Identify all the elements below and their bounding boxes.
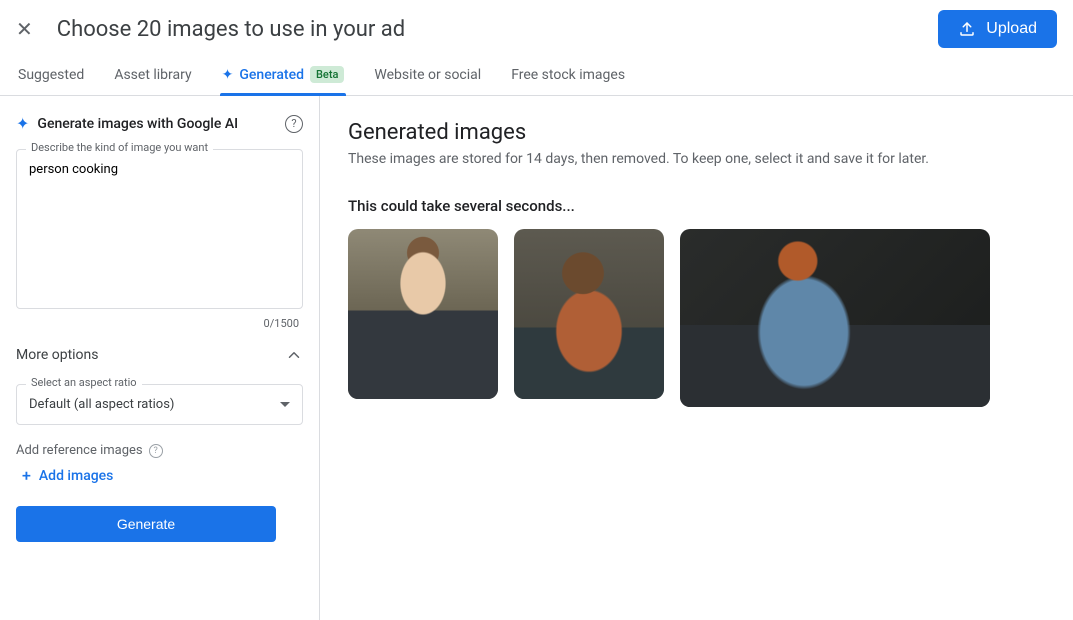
sparkle-icon: ✦ bbox=[16, 114, 29, 133]
prompt-label: Describe the kind of image you want bbox=[26, 141, 213, 154]
prompt-field: Describe the kind of image you want bbox=[16, 149, 303, 313]
tab-generated[interactable]: ✦ Generated Beta bbox=[220, 56, 347, 95]
sparkle-icon: ✦ bbox=[222, 67, 234, 83]
aspect-ratio-label: Select an aspect ratio bbox=[26, 376, 142, 389]
tab-label: Suggested bbox=[18, 67, 84, 83]
generated-image[interactable] bbox=[348, 229, 498, 399]
tab-free-stock[interactable]: Free stock images bbox=[509, 57, 627, 95]
dialog-header: ✕ Choose 20 images to use in your ad Upl… bbox=[0, 0, 1073, 56]
help-icon[interactable]: ? bbox=[149, 444, 163, 458]
add-images-button[interactable]: + Add images bbox=[16, 468, 303, 484]
results-panel: Generated images These images are stored… bbox=[320, 96, 1073, 620]
help-icon[interactable]: ? bbox=[285, 115, 303, 133]
results-subtitle: These images are stored for 14 days, the… bbox=[348, 151, 1045, 167]
results-title: Generated images bbox=[348, 120, 1045, 145]
reference-images-label: Add reference images bbox=[16, 443, 143, 458]
tab-label: Asset library bbox=[114, 67, 191, 83]
generate-button[interactable]: Generate bbox=[16, 506, 276, 542]
source-tabs: Suggested Asset library ✦ Generated Beta… bbox=[0, 56, 1073, 96]
tab-website-or-social[interactable]: Website or social bbox=[372, 57, 483, 95]
char-count: 0/1500 bbox=[16, 317, 303, 330]
upload-button-label: Upload bbox=[986, 20, 1037, 38]
loading-message: This could take several seconds... bbox=[348, 197, 1045, 215]
image-thumbnail bbox=[348, 229, 498, 399]
prompt-input[interactable] bbox=[16, 149, 303, 309]
image-thumbnail bbox=[514, 229, 664, 399]
more-options-label: More options bbox=[16, 347, 99, 363]
chevron-down-icon bbox=[280, 402, 290, 407]
generated-image[interactable] bbox=[514, 229, 664, 399]
tab-suggested[interactable]: Suggested bbox=[16, 57, 86, 95]
aspect-ratio-value: Default (all aspect ratios) bbox=[29, 397, 174, 412]
close-icon[interactable]: ✕ bbox=[16, 19, 33, 39]
plus-icon: + bbox=[22, 468, 31, 484]
add-images-label: Add images bbox=[39, 468, 114, 484]
tab-label: Free stock images bbox=[511, 67, 625, 83]
image-thumbnail bbox=[680, 229, 990, 407]
aspect-ratio-field: Select an aspect ratio Default (all aspe… bbox=[16, 384, 303, 425]
upload-button[interactable]: Upload bbox=[938, 10, 1057, 48]
dialog-title: Choose 20 images to use in your ad bbox=[57, 17, 939, 42]
reference-images-label-row: Add reference images ? bbox=[16, 443, 303, 458]
tab-label: Website or social bbox=[374, 67, 481, 83]
aspect-ratio-select[interactable]: Default (all aspect ratios) bbox=[16, 384, 303, 425]
chevron-up-icon bbox=[285, 346, 303, 364]
results-grid bbox=[348, 229, 1045, 407]
generation-sidebar: ✦ Generate images with Google AI ? Descr… bbox=[0, 96, 320, 620]
tab-label: Generated bbox=[239, 67, 304, 83]
sidebar-heading: Generate images with Google AI bbox=[37, 116, 277, 132]
generate-button-label: Generate bbox=[117, 516, 175, 532]
beta-badge: Beta bbox=[310, 66, 344, 83]
upload-icon bbox=[958, 20, 976, 38]
more-options-toggle[interactable]: More options bbox=[16, 344, 303, 366]
tab-asset-library[interactable]: Asset library bbox=[112, 57, 193, 95]
generated-image[interactable] bbox=[680, 229, 990, 407]
sidebar-heading-row: ✦ Generate images with Google AI ? bbox=[16, 114, 303, 133]
